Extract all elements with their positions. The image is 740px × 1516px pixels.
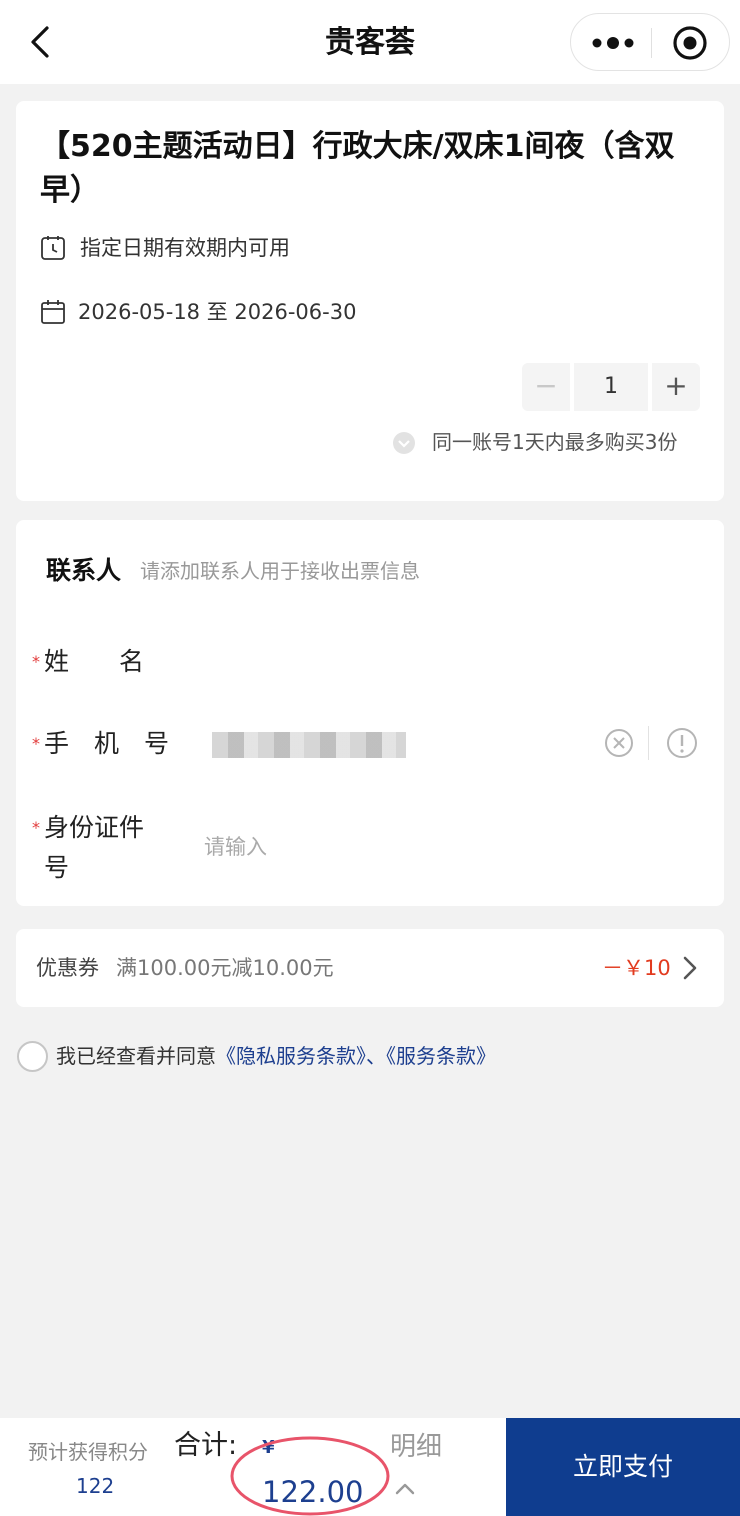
chevron-down-circle-icon xyxy=(393,432,415,454)
chevron-right-icon[interactable] xyxy=(680,955,700,981)
nav-bar: 贵客荟 xyxy=(0,0,740,84)
field-divider xyxy=(648,726,649,760)
id-label: 身份证件 xyxy=(44,813,145,842)
quantity-stepper: − 1 + xyxy=(522,363,700,411)
name-label: 姓 名 xyxy=(44,647,145,676)
coupon-label: 优惠券 xyxy=(36,956,99,980)
coupon-description: 满100.00元减10.00元 xyxy=(116,956,334,980)
id-number-input[interactable] xyxy=(204,830,504,864)
capsule-divider xyxy=(651,28,652,58)
clear-icon[interactable] xyxy=(604,728,634,758)
id-label-continued: 号 xyxy=(44,853,70,882)
agreement-checkbox[interactable] xyxy=(17,1041,48,1072)
coupon-row[interactable]: 优惠券 满100.00元减10.00元 －￥10 xyxy=(16,929,724,1007)
more-dots-icon[interactable] xyxy=(589,28,637,58)
agreement-text: 我已经查看并同意《隐私服务条款》、《服务条款》 xyxy=(56,1041,496,1071)
product-card: 【520主题活动日】行政大床/双床1间夜（含双早） 指定日期有效期内可用 202… xyxy=(16,101,724,501)
required-mark: * xyxy=(32,734,40,753)
coupon-amount: －￥10 xyxy=(602,956,671,980)
increase-button[interactable]: + xyxy=(652,363,700,411)
phone-masked-value[interactable] xyxy=(212,732,406,758)
quantity-value[interactable]: 1 xyxy=(574,363,648,411)
highlight-annotation xyxy=(230,1436,390,1516)
contact-title: 联系人 xyxy=(46,556,122,585)
required-mark: * xyxy=(32,652,40,671)
pay-now-button[interactable]: 立即支付 xyxy=(506,1418,740,1516)
contact-card: 联系人 请添加联系人用于接收出票信息 * 姓 名 * 手 机 号 * 身份证件 … xyxy=(16,520,724,906)
mini-program-capsule xyxy=(570,13,730,71)
phone-label: 手 机 号 xyxy=(44,729,170,758)
calendar-icon xyxy=(41,300,65,324)
points-value: 122 xyxy=(76,1474,115,1498)
agreement-prefix: 我已经查看并同意 xyxy=(56,1044,216,1068)
alert-icon[interactable] xyxy=(666,727,698,759)
points-label: 预计获得积分 xyxy=(28,1440,148,1464)
privacy-terms-link[interactable]: 《隐私服务条款》 xyxy=(216,1044,366,1068)
agreement-separator: 、 xyxy=(366,1044,386,1068)
target-circle-icon[interactable] xyxy=(671,24,709,62)
chevron-up-icon[interactable] xyxy=(394,1480,416,1496)
contact-hint: 请添加联系人用于接收出票信息 xyxy=(140,559,420,583)
clock-ticket-icon xyxy=(41,236,65,260)
decrease-button[interactable]: − xyxy=(522,363,570,411)
required-mark: * xyxy=(32,818,40,837)
date-range-text: 2026-05-18 至 2026-06-30 xyxy=(78,300,357,324)
product-title: 【520主题活动日】行政大床/双床1间夜（含双早） xyxy=(40,129,675,208)
detail-toggle[interactable]: 明细 xyxy=(390,1430,442,1464)
purchase-limit-text: 同一账号1天内最多购买3份 xyxy=(432,430,678,454)
service-terms-link[interactable]: 《服务条款》 xyxy=(386,1044,496,1068)
checkout-bar: 预计获得积分 122 合计: ¥ 122.00 明细 立即支付 xyxy=(0,1418,740,1516)
validity-text: 指定日期有效期内可用 xyxy=(80,236,290,260)
